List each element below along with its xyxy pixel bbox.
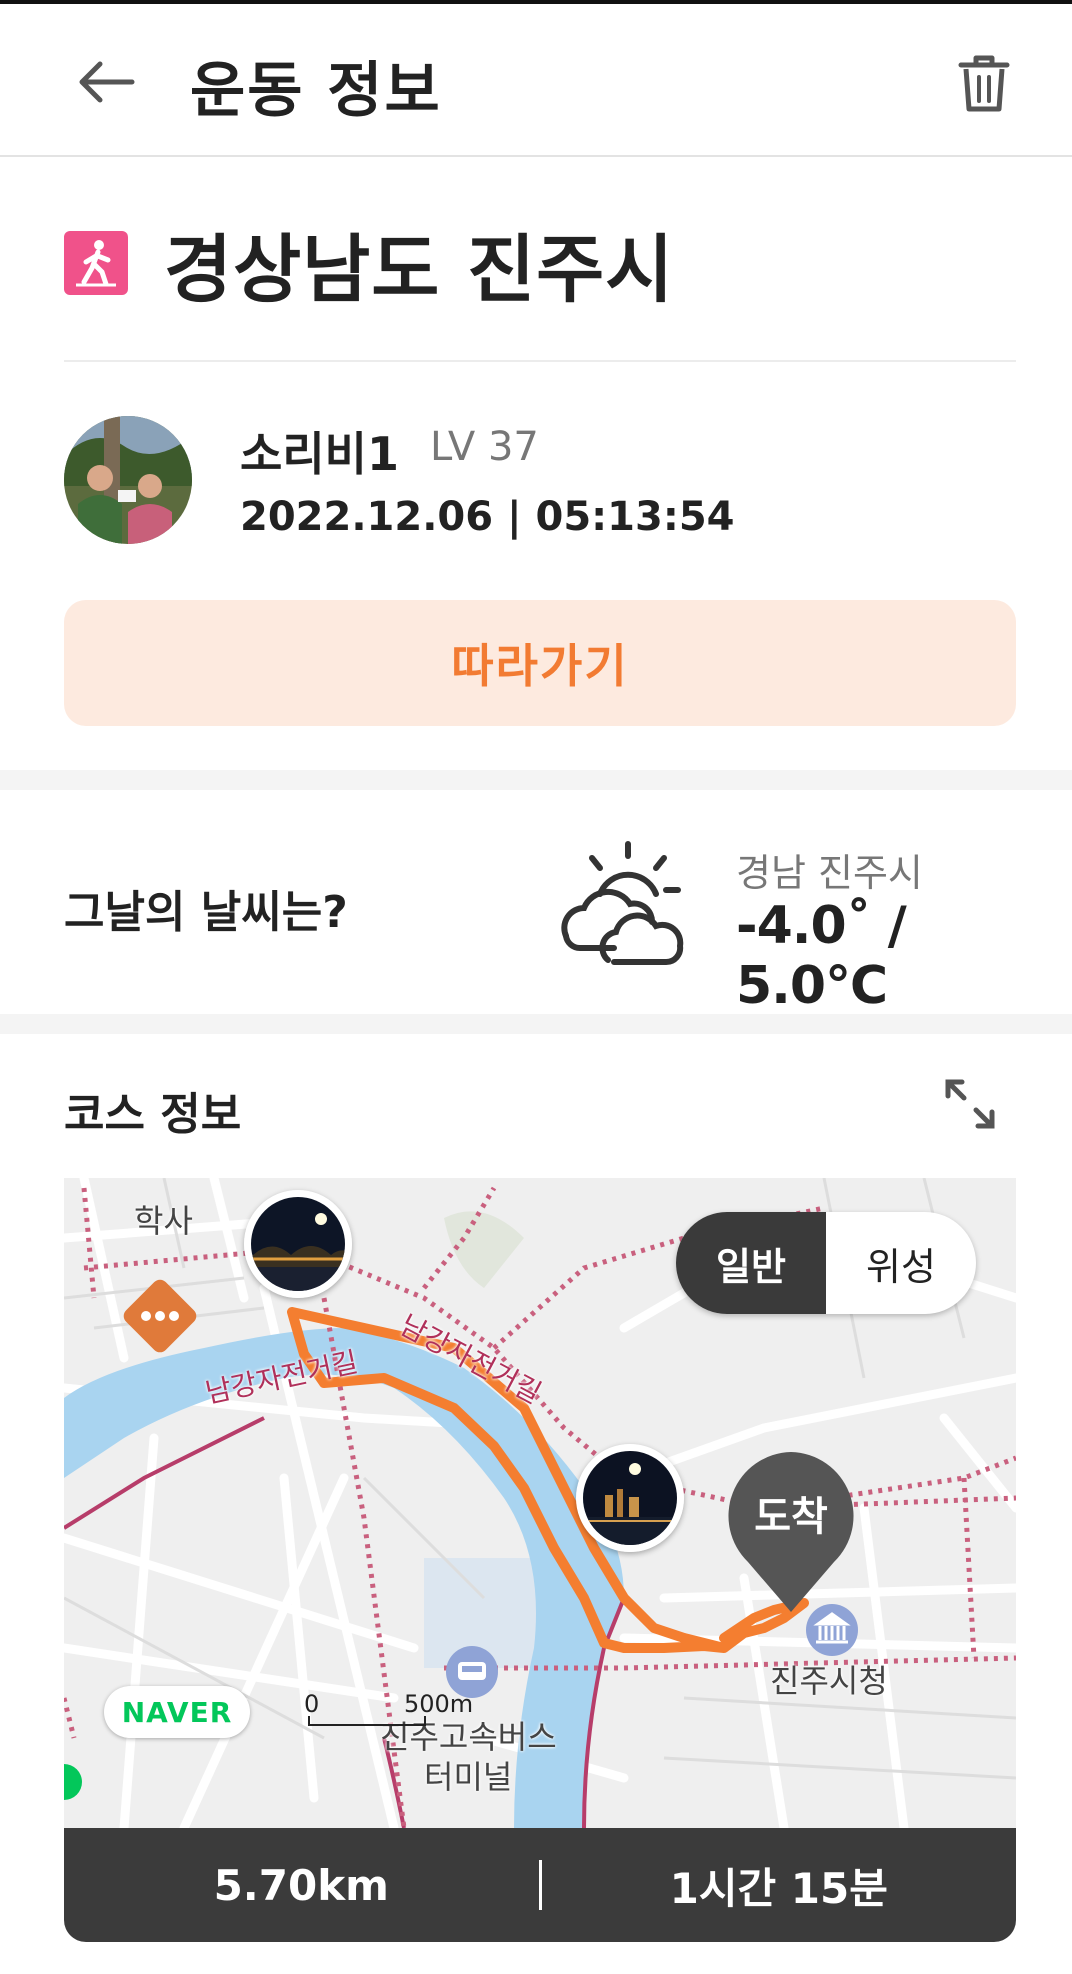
map-scale-zero: 0: [304, 1690, 320, 1718]
walking-icon: [64, 231, 128, 295]
naver-logo: NAVER: [104, 1686, 250, 1738]
arrival-marker[interactable]: 도착: [724, 1450, 858, 1620]
map-label-bus-terminal: 터미널: [424, 1758, 513, 1796]
arrow-left-icon: [79, 61, 135, 103]
trash-icon: [958, 55, 1010, 112]
course-title: 코스 정보: [64, 1089, 242, 1140]
course-duration: 1시간 15분: [669, 1863, 888, 1913]
course-summary-bar: 5.70km 1시간 15분: [64, 1828, 1016, 1942]
expand-button[interactable]: [936, 1070, 1004, 1138]
section-separator: [0, 770, 1072, 790]
map-scale-bar: [308, 1716, 426, 1726]
back-button[interactable]: [70, 46, 142, 118]
expand-icon: [945, 1079, 995, 1129]
app-header: 운동 정보: [0, 4, 1072, 157]
course-map[interactable]: 학사 남강자전거길 남강자전거길 진주시청 진주고속버스 터미널 도착 일반 위…: [64, 1178, 1016, 1828]
activity-location-row: 경상남도 진주시: [64, 218, 674, 313]
arrival-label: 도착: [754, 1494, 828, 1540]
map-label-academy: 학사: [134, 1202, 193, 1240]
avatar[interactable]: [64, 416, 192, 544]
weather-temperature: -4.0˚ / 5.0℃: [736, 896, 907, 1016]
map-scale-distance: 500m: [404, 1690, 474, 1718]
course-distance: 5.70km: [213, 1860, 389, 1910]
activity-datetime: 2022.12.06 | 05:13:54: [240, 494, 735, 540]
follow-button[interactable]: 따라가기: [64, 600, 1016, 726]
map-type-normal[interactable]: 일반: [676, 1212, 826, 1314]
map-type-toggle[interactable]: 일반 위성: [676, 1212, 976, 1314]
partly-cloudy-icon: [561, 841, 684, 966]
activity-location: 경상남도 진주시: [164, 226, 675, 313]
page-title: 운동 정보: [190, 56, 442, 126]
photo-marker[interactable]: [576, 1444, 684, 1552]
section-separator: [0, 1014, 1072, 1034]
user-level: LV 37: [430, 424, 539, 470]
map-type-satellite[interactable]: 위성: [826, 1212, 976, 1314]
weather-location: 경남 진주시: [736, 851, 923, 895]
weather-question: 그날의 날씨는?: [64, 887, 348, 938]
divider: [64, 360, 1016, 362]
user-name[interactable]: 소리비1: [240, 418, 399, 484]
map-label-city-hall: 진주시청: [770, 1662, 888, 1700]
photo-marker[interactable]: [244, 1190, 352, 1298]
delete-button[interactable]: [948, 46, 1020, 122]
